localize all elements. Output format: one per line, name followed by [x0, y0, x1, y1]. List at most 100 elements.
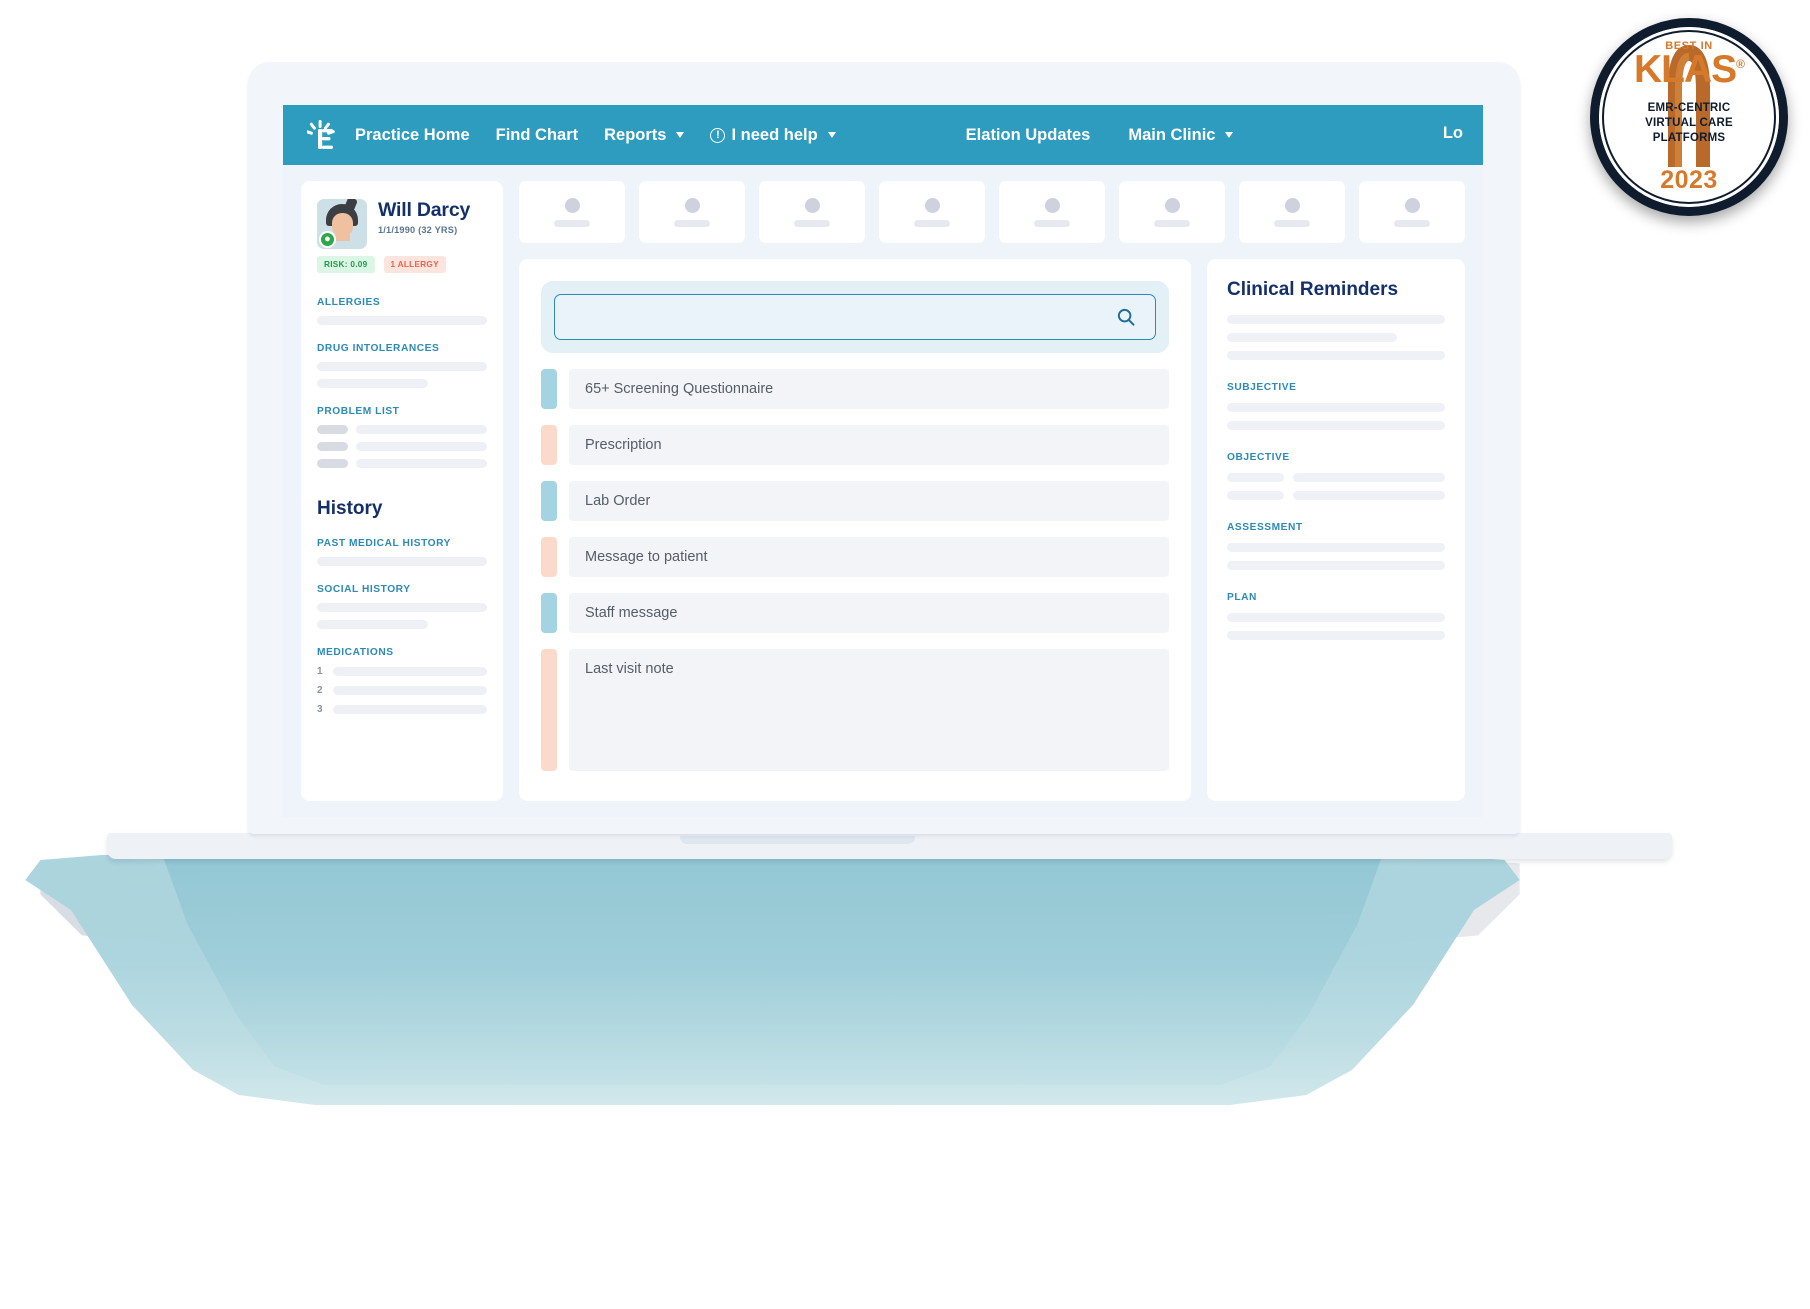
- klas-year: 2023: [1660, 166, 1718, 194]
- placeholder-bar: [317, 459, 348, 468]
- action-item-label[interactable]: Lab Order: [569, 481, 1169, 521]
- placeholder-bar: [317, 557, 487, 566]
- patient-avatar-icon: ●: [317, 199, 367, 249]
- section-label-past-medical-history: PAST MEDICAL HISTORY: [317, 538, 452, 549]
- placeholder-bar: [355, 459, 487, 468]
- chip-label-placeholder: [1154, 219, 1190, 227]
- center-column: 65+ Screening Questionnaire Prescription…: [519, 181, 1465, 801]
- nav-label: Find Chart: [495, 125, 579, 144]
- chevron-down-icon: [1225, 132, 1234, 138]
- workspace: ● Will Darcy 1/1/1990 (32 YRS) RISK: 0.0…: [283, 165, 1483, 817]
- section-label-objective: OBJECTIVE: [1227, 452, 1290, 463]
- quick-action-chip[interactable]: [639, 181, 745, 243]
- section-label-subjective: SUBJECTIVE: [1227, 382, 1297, 393]
- chevron-down-icon: [676, 132, 685, 138]
- action-item-label[interactable]: 65+ Screening Questionnaire: [569, 369, 1169, 409]
- placeholder-bar: [317, 425, 348, 434]
- search-input-wrapper[interactable]: [554, 294, 1156, 340]
- placeholder-bar: [355, 425, 487, 434]
- action-item[interactable]: Lab Order: [541, 481, 1169, 521]
- chip-dot-icon: [1044, 197, 1060, 213]
- status-badge-risk[interactable]: RISK: 0.09: [317, 256, 375, 273]
- quick-action-chip[interactable]: [1119, 181, 1225, 243]
- medication-index: 3: [317, 704, 323, 715]
- placeholder-bar: [1227, 333, 1398, 342]
- chip-label-placeholder: [914, 219, 950, 227]
- section-label-drug-intolerances: DRUG INTOLERANCES: [317, 343, 440, 354]
- quick-action-chip[interactable]: [759, 181, 865, 243]
- placeholder-bar: [1227, 351, 1445, 360]
- search-icon[interactable]: [1115, 306, 1137, 328]
- section-label-medications: MEDICATIONS: [317, 647, 394, 658]
- item-color-tab: [541, 537, 557, 577]
- action-item-label[interactable]: Message to patient: [569, 537, 1169, 577]
- placeholder-bar: [1292, 473, 1445, 482]
- klas-brand-word: KLAS: [1633, 48, 1737, 91]
- nav-item-find-chart[interactable]: Find Chart: [496, 126, 579, 145]
- screenshot-root: Practice Home Find Chart Reports ! I nee…: [0, 0, 1810, 1309]
- chip-dot-icon: [1404, 197, 1420, 213]
- chip-label-placeholder: [554, 219, 590, 227]
- item-color-tab: [541, 481, 557, 521]
- nav-label: Elation Updates: [965, 125, 1091, 144]
- item-color-tab: [541, 425, 557, 465]
- placeholder-row: [1227, 473, 1445, 482]
- laptop-notch: [680, 836, 915, 844]
- chip-dot-icon: [804, 197, 820, 213]
- quick-action-chip-row: [519, 181, 1465, 243]
- quick-action-chip[interactable]: [999, 181, 1105, 243]
- medication-index: 2: [317, 685, 323, 696]
- patient-header: ● Will Darcy 1/1/1990 (32 YRS): [317, 199, 487, 249]
- nav-item-reports[interactable]: Reports: [604, 126, 685, 145]
- nav-primary-items: Practice Home Find Chart Reports ! I nee…: [355, 126, 836, 145]
- chip-label-placeholder: [1034, 219, 1070, 227]
- status-badge-allergy[interactable]: 1 ALLERGY: [383, 256, 446, 273]
- action-item-label[interactable]: Prescription: [569, 425, 1169, 465]
- quick-action-chip[interactable]: [1359, 181, 1465, 243]
- item-color-tab: [541, 649, 557, 771]
- action-item[interactable]: Prescription: [541, 425, 1169, 465]
- action-item[interactable]: Staff message: [541, 593, 1169, 633]
- history-title: History: [317, 498, 383, 519]
- placeholder-bar: [1227, 491, 1284, 500]
- nav-item-elation-updates[interactable]: Elation Updates: [966, 126, 1091, 145]
- medication-row: 3: [317, 704, 487, 715]
- chip-dot-icon: [1284, 197, 1300, 213]
- chip-label-placeholder: [794, 219, 830, 227]
- nav-item-main-clinic[interactable]: Main Clinic: [1128, 126, 1234, 145]
- nav-item-practice-home[interactable]: Practice Home: [355, 126, 470, 145]
- placeholder-row: [1227, 491, 1445, 500]
- section-label-allergies: ALLERGIES: [317, 297, 381, 308]
- medication-row: 2: [317, 685, 487, 696]
- placeholder-bar: [317, 316, 487, 325]
- medication-index: 1: [317, 666, 323, 677]
- klas-registered-mark: ®: [1736, 57, 1745, 71]
- item-color-tab: [541, 593, 557, 633]
- nav-secondary-items: Elation Updates Main Clinic: [966, 126, 1234, 145]
- quick-action-chip[interactable]: [1239, 181, 1345, 243]
- action-item-label[interactable]: Last visit note: [569, 649, 1169, 771]
- placeholder-bar: [1292, 491, 1445, 500]
- nav-label: Lo: [1442, 124, 1463, 142]
- action-item[interactable]: Last visit note: [541, 649, 1169, 771]
- action-item[interactable]: Message to patient: [541, 537, 1169, 577]
- klas-subtitle-line-3: PLATFORMS: [1652, 131, 1726, 144]
- chip-label-placeholder: [1274, 219, 1310, 227]
- medication-row: 1: [317, 666, 487, 677]
- placeholder-bar: [1227, 315, 1445, 324]
- elation-logo-icon[interactable]: [305, 120, 335, 150]
- nav-item-logout[interactable]: Lo: [1443, 124, 1463, 143]
- quick-action-chip[interactable]: [879, 181, 985, 243]
- chip-label-placeholder: [674, 219, 710, 227]
- action-item-label[interactable]: Staff message: [569, 593, 1169, 633]
- action-item[interactable]: 65+ Screening Questionnaire: [541, 369, 1169, 409]
- placeholder-bar: [317, 379, 428, 388]
- placeholder-bar: [317, 362, 487, 371]
- quick-action-chip[interactable]: [519, 181, 625, 243]
- placeholder-bar: [317, 620, 428, 629]
- nav-item-i-need-help[interactable]: ! I need help: [710, 126, 836, 145]
- placeholder-bar: [317, 603, 487, 612]
- panels-row: 65+ Screening Questionnaire Prescription…: [519, 259, 1465, 801]
- clinical-reminders-panel: Clinical Reminders SUBJECTIVE OBJECTIVE: [1207, 259, 1465, 801]
- placeholder-bar: [1227, 631, 1445, 640]
